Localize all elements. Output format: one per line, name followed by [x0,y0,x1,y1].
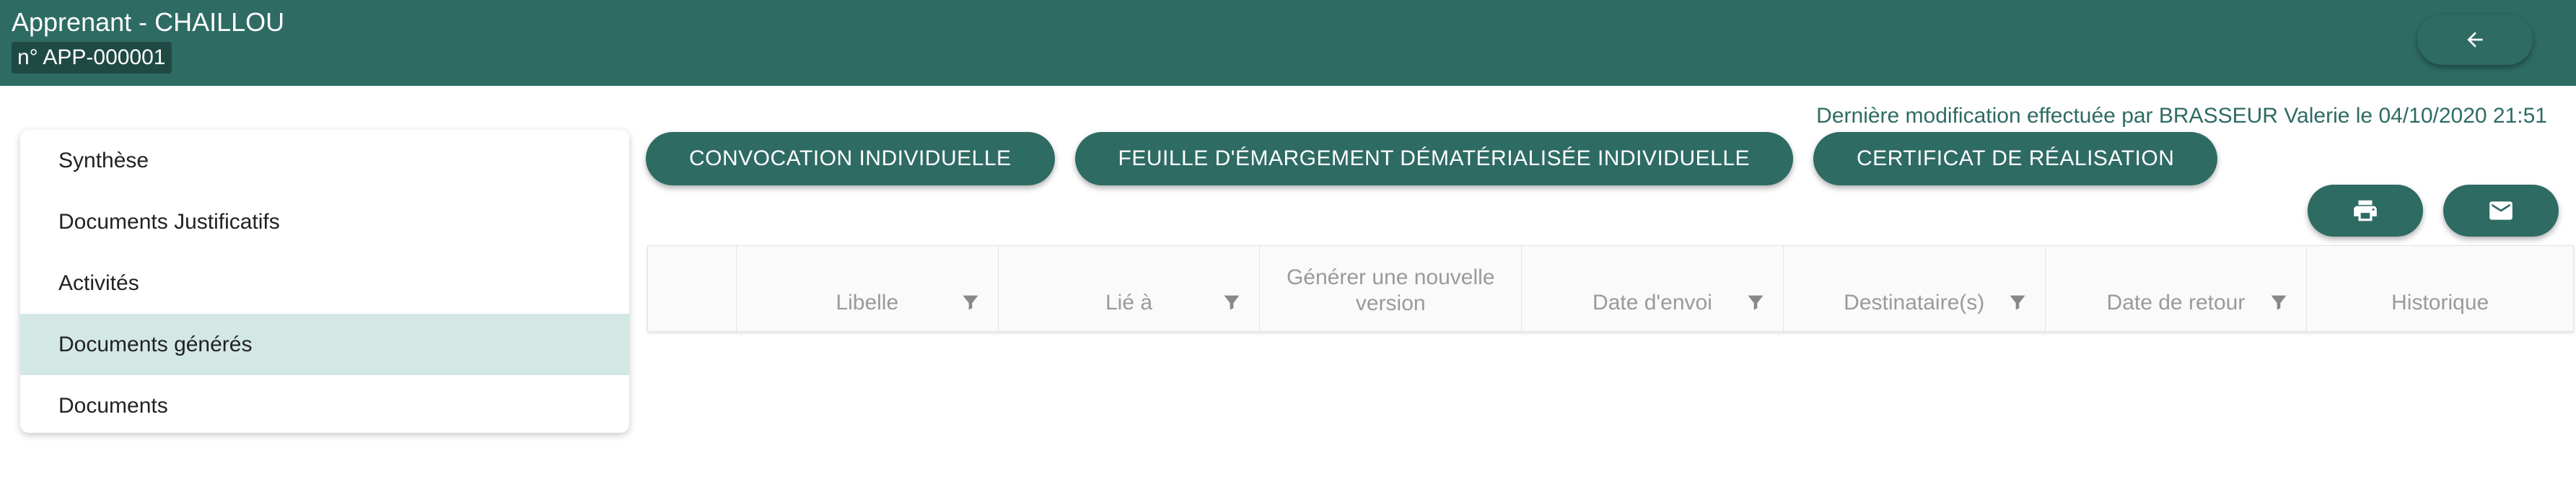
column-header-destinataires[interactable]: Destinataire(s) [1784,246,2046,331]
sidebar-menu: Synthèse Documents Justificatifs Activit… [20,130,629,433]
record-number-badge: n° APP-000001 [12,42,172,74]
sidebar-item-synthese[interactable]: Synthèse [20,130,629,191]
last-modification-info: Dernière modification effectuée par BRAS… [1816,104,2547,128]
app-header: Apprenant - CHAILLOU n° APP-000001 [0,0,2576,86]
back-button[interactable] [2417,14,2533,65]
column-header-date-envoi[interactable]: Date d'envoi [1522,246,1784,331]
table-header-empty [648,246,737,331]
column-header-historique[interactable]: Historique [2307,246,2573,331]
filter-icon[interactable] [960,292,981,312]
sidebar-item-activites[interactable]: Activités [20,252,629,314]
sidebar-item-documents[interactable]: Documents [20,375,629,433]
column-header-date-retour[interactable]: Date de retour [2046,246,2308,331]
filter-icon[interactable] [2269,292,2289,312]
column-header-lie-a[interactable]: Lié à [999,246,1261,331]
column-label-destinataires: Destinataire(s) [1844,291,1985,315]
certificat-realisation-button[interactable]: CERTIFICAT DE RÉALISATION [1813,132,2218,185]
arrow-left-icon [2467,32,2483,48]
feuille-emargement-button[interactable]: FEUILLE D'ÉMARGEMENT DÉMATÉRIALISÉE INDI… [1074,132,1794,185]
column-label-libelle: Libelle [836,291,899,315]
column-header-libelle[interactable]: Libelle [737,246,999,331]
generated-documents-table: Libelle Lié à Générer une nouvelle versi… [647,245,2574,332]
column-label-date-retour: Date de retour [2106,291,2246,315]
sidebar-item-documents-justificatifs[interactable]: Documents Justificatifs [20,191,629,252]
mail-icon [2489,201,2513,220]
filter-icon[interactable] [1745,292,1766,312]
column-label-historique: Historique [2391,291,2489,315]
print-button[interactable] [2308,185,2423,237]
column-label-lie-a: Lié à [1105,291,1153,315]
sidebar-item-documents-generes[interactable]: Documents générés [20,314,629,375]
column-header-generer-version[interactable]: Générer une nouvelle version [1260,246,1523,331]
last-modification-text: Dernière modification effectuée par BRAS… [1816,104,2547,128]
column-label-generer-version: Générer une nouvelle version [1260,265,1521,317]
column-label-date-envoi: Date d'envoi [1593,291,1712,315]
email-button[interactable] [2443,185,2559,237]
convocation-button[interactable]: CONVOCATION INDIVIDUELLE [646,132,1055,185]
column-label-generer-line1: Générer une nouvelle [1286,265,1495,289]
filter-icon[interactable] [2007,292,2028,312]
print-icon [2354,200,2377,221]
column-label-generer-line2: version [1355,291,1426,315]
document-actions: CONVOCATION INDIVIDUELLE FEUILLE D'ÉMARG… [646,132,2218,185]
page-title: Apprenant - CHAILLOU [12,7,285,37]
filter-icon[interactable] [1222,292,1242,312]
